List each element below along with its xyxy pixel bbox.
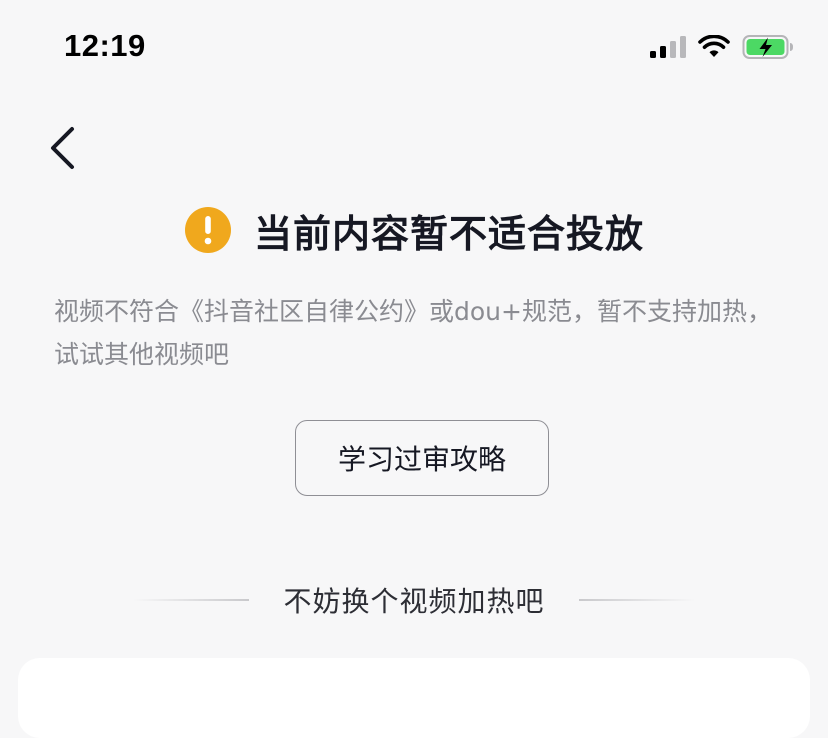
wifi-icon <box>698 35 730 57</box>
battery-charging-icon <box>742 35 793 59</box>
section-divider: 不妨换个视频加热吧 <box>0 578 828 622</box>
learn-review-guide-button[interactable]: 学习过审攻略 <box>295 420 549 496</box>
notice-description: 视频不符合《抖音社区自律公约》或dou+规范，暂不支持加热，试试其他视频吧 <box>54 297 772 369</box>
notice-header: 当前内容暂不适合投放 <box>0 200 828 260</box>
status-bar: 12:19 <box>0 0 828 96</box>
video-list-card[interactable] <box>18 658 810 738</box>
divider-line-right <box>578 599 695 601</box>
status-icons <box>650 34 794 60</box>
back-button[interactable] <box>38 122 86 174</box>
cellular-signal-icon <box>650 36 686 58</box>
divider-line-left <box>133 599 250 601</box>
page-title: 当前内容暂不适合投放 <box>253 211 644 256</box>
chevron-left-icon <box>51 127 74 169</box>
warning-exclamation-icon <box>184 207 231 253</box>
status-time: 12:19 <box>64 28 146 63</box>
section-title: 不妨换个视频加热吧 <box>283 585 545 618</box>
